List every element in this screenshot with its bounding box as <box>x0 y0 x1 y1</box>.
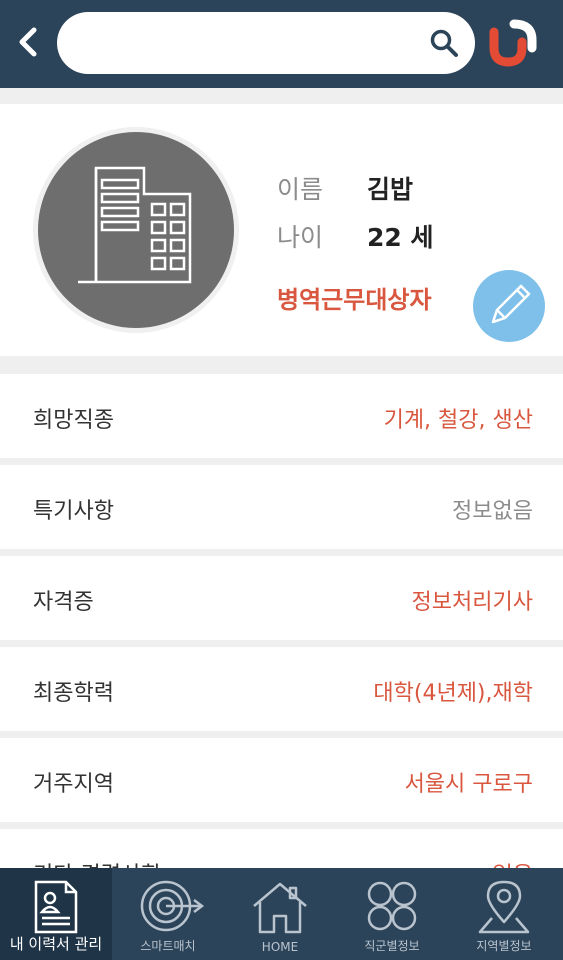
nav-label: 지역별정보 <box>476 939 532 953</box>
nav-label: 스마트매치 <box>140 939 196 953</box>
military-status: 병역근무대상자 <box>277 286 432 314</box>
building-icon <box>78 166 192 284</box>
nav-label: 직군별정보 <box>364 939 420 953</box>
age-value: 22 세 <box>366 223 434 252</box>
name-label: 이름 <box>277 175 324 204</box>
row-value: 기계, 철강, 생산 <box>383 408 533 433</box>
search-bar[interactable] <box>57 12 475 74</box>
back-button[interactable] <box>12 24 44 60</box>
row-value: 정보처리기사 <box>411 590 533 615</box>
age-row: 나이 22 세 <box>277 218 433 254</box>
bottom-nav: 내 이력서 관리 스마트매치 HOME 직군별정보 지역별정보 <box>0 868 563 960</box>
nav-label: HOME <box>261 940 299 954</box>
name-value: 김밥 <box>366 175 413 204</box>
brand-logo[interactable] <box>488 18 542 68</box>
nav-regional-info[interactable]: 지역별정보 <box>448 868 560 960</box>
row-label: 희망직종 <box>33 408 114 433</box>
search-input[interactable] <box>81 26 415 62</box>
row-label: 특기사항 <box>33 499 114 524</box>
list-item-special-notes[interactable]: 특기사항 정보없음 <box>0 465 563 549</box>
grid-circles-icon <box>367 881 417 931</box>
nav-home[interactable]: HOME <box>224 868 336 960</box>
list-item-certificates[interactable]: 자격증 정보처리기사 <box>0 556 563 640</box>
profile-avatar[interactable] <box>38 132 234 328</box>
location-pin-icon <box>478 880 530 934</box>
back-icon <box>19 27 37 57</box>
row-value: 대학(4년제),재학 <box>373 681 533 706</box>
name-row: 이름 김밥 <box>277 170 413 206</box>
target-icon <box>140 880 205 932</box>
row-label: 자격증 <box>33 590 94 615</box>
row-label: 거주지역 <box>33 772 114 797</box>
list-item-desired-job[interactable]: 희망직종 기계, 철강, 생산 <box>0 374 563 458</box>
home-icon <box>253 882 307 934</box>
age-label: 나이 <box>277 223 324 252</box>
row-label: 최종학력 <box>33 681 114 706</box>
nav-smart-match[interactable]: 스마트매치 <box>112 868 224 960</box>
profile-card: 이름 김밥 나이 22 세 병역근무대상자 <box>0 104 563 356</box>
app-header <box>0 0 563 88</box>
list-item-residence[interactable]: 거주지역 서울시 구로구 <box>0 738 563 822</box>
list-item-education[interactable]: 최종학력 대학(4년제),재학 <box>0 647 563 731</box>
search-icon[interactable] <box>429 28 459 58</box>
nav-job-category-info[interactable]: 직군별정보 <box>336 868 448 960</box>
pencil-icon <box>491 284 531 324</box>
row-value: 정보없음 <box>452 499 533 524</box>
nav-my-resume[interactable]: 내 이력서 관리 <box>0 868 112 960</box>
resume-icon <box>34 880 78 934</box>
row-value: 서울시 구로구 <box>404 772 533 797</box>
edit-profile-button[interactable] <box>473 270 545 342</box>
nav-label: 내 이력서 관리 <box>9 935 103 953</box>
